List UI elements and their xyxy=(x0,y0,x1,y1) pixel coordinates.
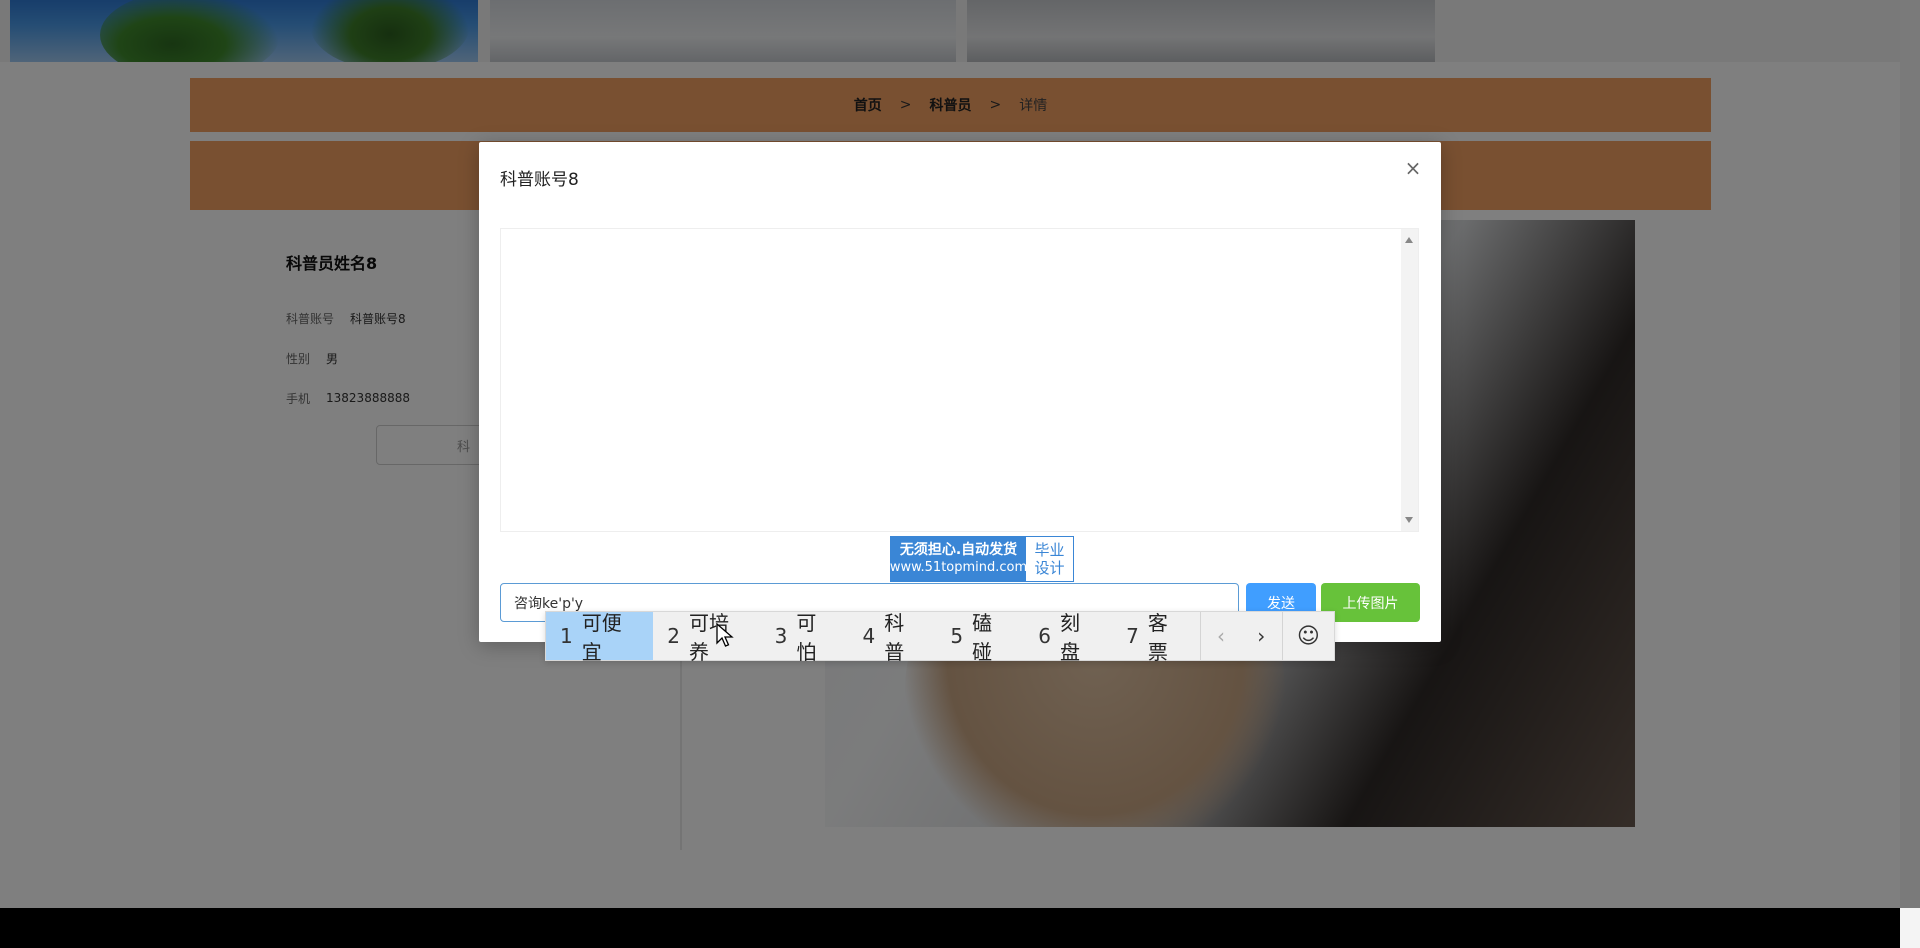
ime-candidate-text: 可怕 xyxy=(796,611,817,664)
chat-scrollbar[interactable] xyxy=(1401,229,1418,531)
ime-candidate[interactable]: 7 客票 xyxy=(1112,611,1200,664)
ime-candidate[interactable]: 2 可培养 xyxy=(653,611,760,664)
ime-candidate-text: 可便宜 xyxy=(581,611,622,664)
scroll-down-icon[interactable] xyxy=(1405,517,1413,523)
watermark-right1: 毕业 xyxy=(1034,541,1065,559)
chat-message-area[interactable]: 无须担心.自动发货 www.51topmind.com 毕业 设计 xyxy=(500,228,1419,582)
ime-candidate-number: 1 xyxy=(560,624,573,648)
ime-candidate[interactable]: 6 刻盘 xyxy=(1024,611,1112,664)
ime-candidate-text: 磕碰 xyxy=(972,611,993,664)
bottom-bar xyxy=(0,908,1900,948)
ime-candidate[interactable]: 3 可怕 xyxy=(761,611,849,664)
ime-candidate-number: 3 xyxy=(774,624,788,648)
ime-candidate-number: 2 xyxy=(667,624,681,648)
ime-candidate-text: 刻盘 xyxy=(1060,611,1080,664)
modal-title: 科普账号8 xyxy=(500,170,579,190)
watermark-line2: www.51topmind.com xyxy=(889,560,1028,575)
ime-candidate-bar: 1 可便宜 2 可培养 3 可怕 4 科普 5 磕碰 6 刻盘 7 客票 ‹ ›… xyxy=(545,611,1335,664)
ime-candidate-number: 5 xyxy=(950,624,964,648)
ime-prev-page-icon[interactable]: ‹ xyxy=(1200,612,1241,660)
ime-candidate[interactable]: 5 磕碰 xyxy=(936,611,1024,664)
watermark-line1: 无须担心.自动发货 xyxy=(899,542,1018,558)
ime-next-page-icon[interactable]: › xyxy=(1241,612,1282,660)
emoji-icon[interactable]: ☺ xyxy=(1281,612,1334,660)
chat-modal: 科普账号8 × 无须担心.自动发货 www.51topmind.com 毕业 设… xyxy=(479,142,1441,642)
watermark-right: 毕业 设计 xyxy=(1026,537,1073,581)
close-icon[interactable]: × xyxy=(1403,158,1423,178)
watermark-right2: 设计 xyxy=(1034,559,1065,577)
ime-candidate-text: 客票 xyxy=(1147,611,1168,664)
watermark-logo: 无须担心.自动发货 www.51topmind.com 毕业 设计 xyxy=(890,536,1074,582)
ime-candidate-number: 6 xyxy=(1038,624,1051,648)
ime-candidate[interactable]: 1 可便宜 xyxy=(546,611,654,664)
scroll-up-icon[interactable] xyxy=(1405,237,1413,243)
watermark-left: 无须担心.自动发货 www.51topmind.com xyxy=(889,537,1028,581)
ime-candidate[interactable]: 4 科普 xyxy=(848,611,936,664)
ime-candidate-number: 7 xyxy=(1126,624,1139,648)
ime-candidate-text: 科普 xyxy=(884,611,905,664)
ime-candidate-number: 4 xyxy=(862,624,876,648)
upload-image-button[interactable]: 上传图片 xyxy=(1321,583,1420,622)
